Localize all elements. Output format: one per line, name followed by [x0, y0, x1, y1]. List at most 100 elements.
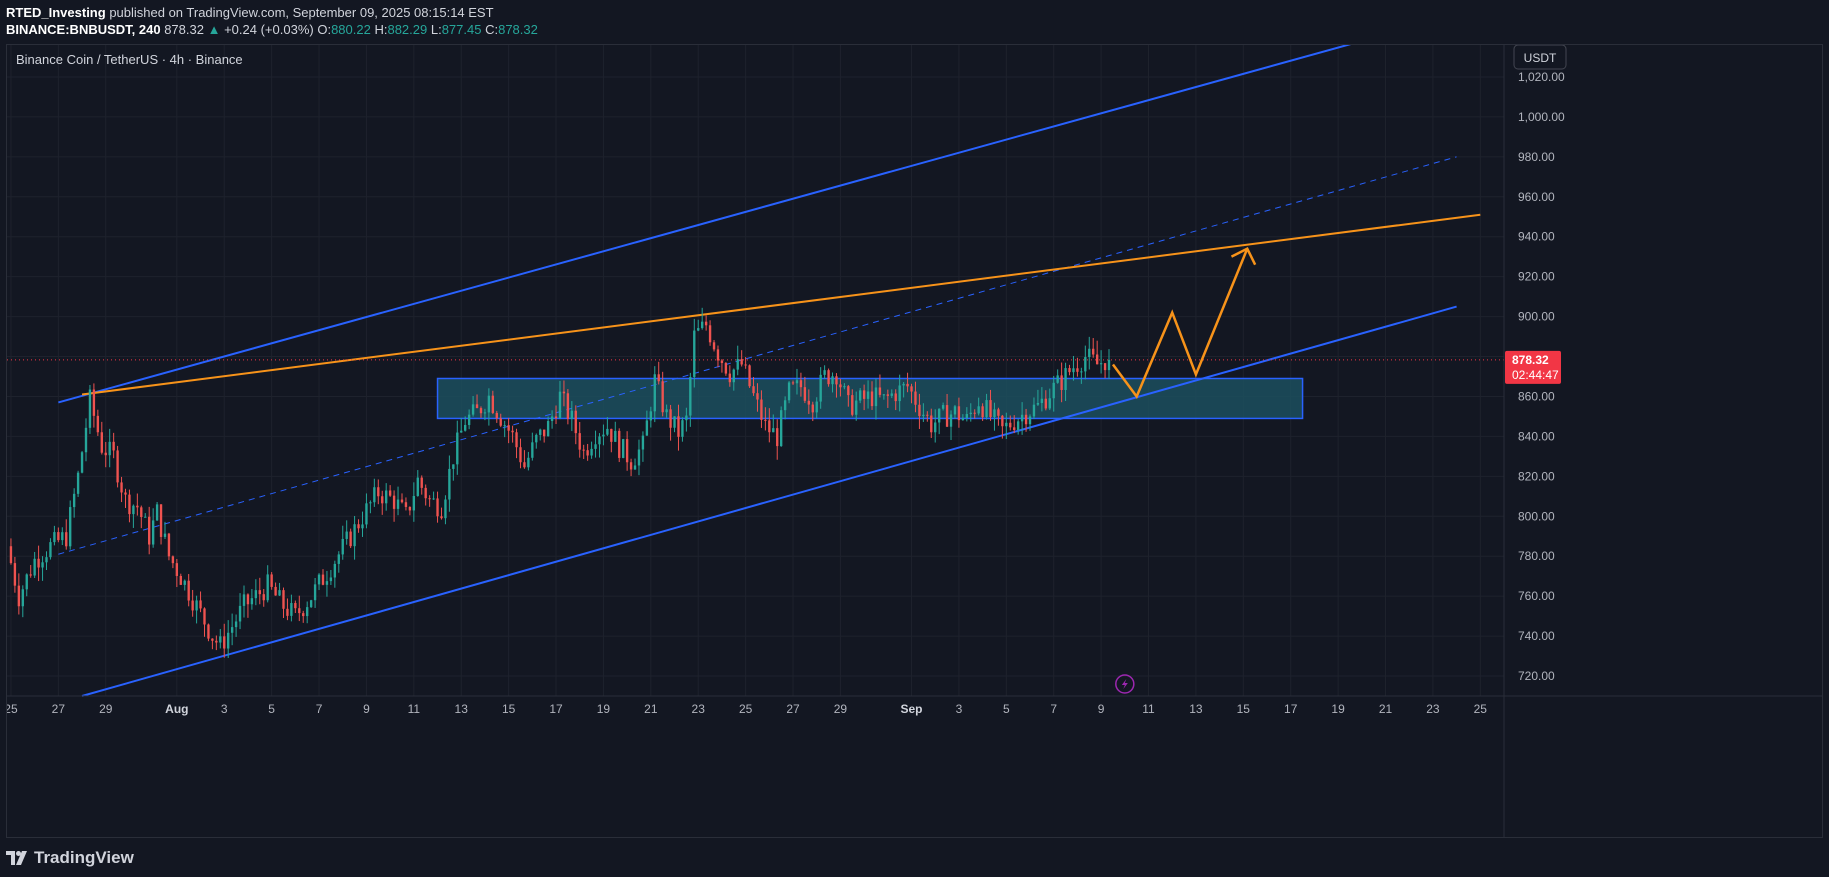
candle-down[interactable]: [839, 384, 842, 388]
candle-up[interactable]: [396, 499, 400, 509]
candle-up[interactable]: [195, 600, 198, 611]
candle-up[interactable]: [590, 448, 593, 456]
candle-down[interactable]: [120, 482, 123, 493]
candle-up[interactable]: [463, 424, 467, 431]
candle-up[interactable]: [151, 520, 155, 545]
candle-up[interactable]: [949, 414, 953, 427]
candle-up[interactable]: [977, 406, 980, 414]
candle-down[interactable]: [175, 563, 179, 576]
candle-up[interactable]: [227, 632, 230, 649]
candle-up[interactable]: [369, 502, 372, 504]
currency-selector[interactable]: USDT: [1513, 45, 1567, 70]
candle-up[interactable]: [325, 581, 329, 585]
candle-up[interactable]: [621, 439, 625, 458]
candle-up[interactable]: [80, 452, 84, 473]
candle-down[interactable]: [215, 640, 218, 643]
candle-down[interactable]: [669, 409, 672, 428]
candle-down[interactable]: [1024, 414, 1028, 425]
channel-upper-line[interactable]: [58, 45, 1361, 404]
candle-down[interactable]: [708, 325, 712, 343]
candle-down[interactable]: [495, 412, 498, 419]
candle-down[interactable]: [562, 391, 566, 394]
candle-up[interactable]: [866, 391, 870, 399]
candle-up[interactable]: [1032, 404, 1036, 417]
candle-up[interactable]: [337, 554, 340, 564]
candle-up[interactable]: [993, 409, 996, 418]
candle-up[interactable]: [456, 432, 459, 465]
candle-up[interactable]: [306, 607, 309, 617]
candle-down[interactable]: [760, 399, 763, 420]
candle-down[interactable]: [1103, 363, 1107, 371]
candle-down[interactable]: [957, 406, 961, 421]
candle-down[interactable]: [515, 432, 518, 448]
candle-up[interactable]: [353, 524, 356, 547]
candle-down[interactable]: [878, 387, 882, 395]
candle-up[interactable]: [238, 605, 242, 622]
candle-up[interactable]: [483, 412, 487, 414]
candle-up[interactable]: [736, 359, 739, 370]
candle-down[interactable]: [610, 428, 613, 442]
candle-up[interactable]: [831, 376, 834, 385]
candle-up[interactable]: [673, 416, 676, 428]
candle-up[interactable]: [278, 590, 281, 596]
candle-down[interactable]: [945, 405, 949, 427]
candle-up[interactable]: [365, 503, 368, 525]
candle-down[interactable]: [321, 574, 325, 585]
candle-down[interactable]: [104, 452, 107, 456]
candle-down[interactable]: [211, 638, 214, 641]
candle-up[interactable]: [108, 441, 111, 456]
candle-up[interactable]: [823, 370, 826, 375]
candle-up[interactable]: [45, 557, 48, 563]
candle-down[interactable]: [724, 363, 728, 374]
candle-up[interactable]: [266, 574, 269, 601]
candle-down[interactable]: [756, 393, 759, 400]
candle-down[interactable]: [116, 450, 119, 483]
candle-down[interactable]: [519, 447, 522, 463]
candle-up[interactable]: [594, 444, 597, 449]
candle-down[interactable]: [282, 590, 285, 609]
chart-canvas[interactable]: USDT1,020.001,000.00980.00960.00940.0092…: [7, 45, 1822, 837]
candle-down[interactable]: [294, 603, 297, 609]
candle-up[interactable]: [72, 493, 76, 508]
candle-up[interactable]: [1088, 348, 1091, 358]
candle-down[interactable]: [420, 477, 423, 488]
candle-up[interactable]: [132, 505, 135, 515]
candle-down[interactable]: [625, 439, 629, 463]
candle-down[interactable]: [677, 416, 680, 437]
candle-down[interactable]: [349, 531, 352, 547]
candle-up[interactable]: [444, 499, 447, 519]
candle-down[interactable]: [827, 370, 830, 385]
candle-up[interactable]: [76, 472, 80, 494]
candle-down[interactable]: [270, 574, 273, 587]
candle-down[interactable]: [148, 516, 151, 545]
candle-up[interactable]: [234, 621, 238, 628]
candle-down[interactable]: [1009, 422, 1012, 428]
candle-down[interactable]: [199, 600, 202, 609]
candle-up[interactable]: [242, 594, 246, 606]
candle-down[interactable]: [479, 408, 483, 414]
candle-down[interactable]: [511, 430, 514, 433]
candle-down[interactable]: [357, 524, 360, 529]
candle-up[interactable]: [412, 495, 416, 511]
candle-up[interactable]: [602, 434, 605, 437]
candle-down[interactable]: [128, 494, 131, 515]
candle-down[interactable]: [171, 556, 175, 564]
candle-up[interactable]: [697, 328, 700, 331]
candle-down[interactable]: [140, 507, 143, 518]
candle-up[interactable]: [882, 394, 886, 396]
candle-down[interactable]: [1068, 368, 1071, 373]
candle-up[interactable]: [487, 395, 491, 413]
candle-down[interactable]: [302, 613, 305, 617]
candle-down[interactable]: [554, 416, 558, 419]
candle-down[interactable]: [37, 558, 40, 568]
candle-up[interactable]: [1036, 403, 1040, 405]
candle-up[interactable]: [898, 385, 901, 402]
candle-down[interactable]: [1076, 368, 1079, 372]
candle-up[interactable]: [531, 442, 534, 458]
candle-up[interactable]: [890, 393, 893, 396]
resistance-line[interactable]: [81, 213, 1481, 396]
candle-down[interactable]: [811, 404, 814, 413]
candle-down[interactable]: [203, 608, 206, 625]
candle-up[interactable]: [961, 418, 965, 421]
candle-down[interactable]: [404, 502, 408, 507]
